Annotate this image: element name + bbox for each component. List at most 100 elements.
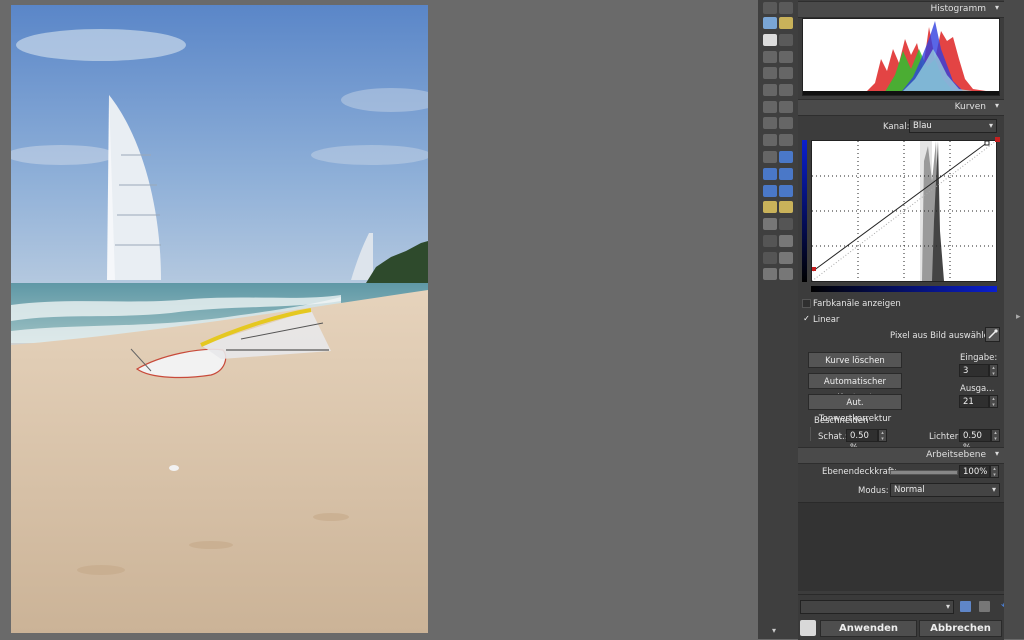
histogram-panel-header[interactable]: Histogramm ▾ (798, 1, 1004, 18)
output-gradient-bar (802, 140, 807, 282)
tool-icon-g[interactable] (779, 101, 793, 113)
opacity-label: Ebenendeckkraft: (822, 467, 897, 477)
highlights-label: Lichter: (929, 432, 961, 442)
brush-tool-icon[interactable] (763, 117, 777, 129)
show-channels-checkbox[interactable] (802, 299, 811, 308)
layer-panel-header[interactable]: Arbeitsebene ▾ (798, 447, 1004, 464)
channel-select[interactable]: Blau ▾ (909, 119, 997, 133)
layer-panel-title: Arbeitsebene (926, 450, 986, 460)
chevron-down-icon: ▾ (991, 485, 996, 494)
collapse-panel-arrow-icon[interactable]: ▸ (1016, 312, 1021, 322)
ellipse-select-tool-icon[interactable] (763, 168, 777, 180)
tool-icon-n[interactable] (779, 218, 793, 230)
help-icon[interactable] (800, 620, 816, 636)
print-tool-icon[interactable] (779, 2, 793, 14)
input-value-spinner[interactable]: ▴ ▾ (989, 364, 998, 377)
tool-icon-l[interactable] (779, 185, 793, 197)
tool-icon-r[interactable] (779, 252, 793, 264)
curves-panel-header[interactable]: Kurven ▾ (798, 99, 1004, 116)
rect-select-tool-icon[interactable] (779, 151, 793, 163)
hand-tool-icon[interactable] (763, 34, 777, 46)
input-value-field[interactable]: 3 (959, 364, 989, 377)
auto-levels-button[interactable]: Aut. Tonwertkorrektur (808, 394, 902, 424)
save-preset-icon[interactable] (960, 601, 971, 612)
mode-select-value: Normal (894, 485, 925, 495)
input-gradient-bar (811, 286, 997, 292)
chevron-down-icon: ▾ (945, 602, 950, 611)
wand-tool-icon[interactable] (763, 201, 777, 213)
stamp-tool-icon[interactable] (763, 101, 777, 113)
shadows-label: Schat.: (818, 432, 848, 442)
delete-preset-icon[interactable] (979, 601, 990, 612)
pick-pixel-label: Pixel aus Bild auswählen: (890, 331, 998, 341)
lasso-tool-icon[interactable] (779, 168, 793, 180)
tool-icon-o[interactable] (763, 235, 777, 247)
crop-tool-icon[interactable] (779, 34, 793, 46)
chevron-down-icon[interactable]: ▾ (995, 449, 999, 458)
histogram-panel-title: Histogramm (930, 4, 986, 14)
output-value-spinner[interactable]: ▴ ▾ (989, 395, 998, 408)
chevron-down-icon[interactable]: ▾ (995, 3, 999, 12)
linear-label: Linear (813, 315, 840, 325)
opacity-value-field[interactable]: 100% (959, 465, 990, 478)
tool-icon-b[interactable] (779, 51, 793, 63)
mode-select[interactable]: Normal ▾ (890, 483, 1000, 497)
linear-checkbox[interactable]: ✓ (802, 315, 811, 324)
chevron-down-icon[interactable]: ▾ (995, 101, 999, 110)
eyedropper-button[interactable] (985, 327, 1000, 342)
right-dock-edge: ▸ (1004, 0, 1024, 639)
tool-icon-e[interactable] (763, 84, 777, 96)
tool-icon-t[interactable] (779, 268, 793, 280)
output-label: Ausga... (960, 384, 995, 394)
input-label: Eingabe: (960, 353, 998, 363)
apply-button[interactable]: Anwenden (820, 620, 917, 637)
display-tool-icon[interactable] (763, 17, 777, 29)
clip-section-title: Beschneiden (814, 416, 869, 426)
tool-icon-q[interactable] (763, 252, 777, 264)
tool-icon-h[interactable] (779, 117, 793, 129)
flash-tool-icon[interactable] (763, 2, 777, 14)
pencil-tool-icon[interactable] (779, 201, 793, 213)
auto-contrast-button[interactable]: Automatischer Kontrast (808, 373, 902, 403)
adjustment-panel: Histogramm ▾ Kurven ▾ Kanal: Blau ▾ Farb… (798, 0, 1010, 640)
chevron-down-icon: ▾ (988, 121, 993, 130)
tool-icon-p[interactable] (779, 235, 793, 247)
show-channels-label: Farbkanäle anzeigen (813, 299, 901, 309)
opacity-slider-fill (891, 471, 957, 474)
curves-panel-title: Kurven (954, 102, 986, 112)
cancel-button[interactable]: Abbrechen (919, 620, 1002, 637)
tool-icon-j[interactable] (779, 134, 793, 146)
tool-icon-m[interactable] (763, 218, 777, 230)
channel-label: Kanal: (883, 122, 910, 132)
tool-icon-s[interactable] (763, 268, 777, 280)
tool-icon-i[interactable] (763, 134, 777, 146)
zoom-tool-icon[interactable] (779, 17, 793, 29)
tool-icon-d[interactable] (779, 67, 793, 79)
histogram-display (802, 18, 1000, 96)
mode-label: Modus: (858, 486, 889, 496)
clear-curve-button[interactable]: Kurve löschen (808, 352, 902, 368)
panel-empty-area (798, 502, 1004, 591)
opacity-slider-track[interactable] (890, 470, 958, 475)
opacity-value-spinner[interactable]: ▴ ▾ (990, 465, 999, 478)
shadows-value-spinner[interactable]: ▴ ▾ (878, 429, 887, 442)
curve-editor[interactable] (811, 140, 997, 282)
shadows-value-field[interactable]: 0.50 % (846, 429, 878, 453)
channel-select-value: Blau (913, 121, 932, 131)
tool-icon-f[interactable] (779, 84, 793, 96)
output-value-field[interactable]: 21 (959, 395, 989, 408)
scroll-down-arrow-icon[interactable]: ▾ (772, 626, 776, 635)
tool-icon-c[interactable] (763, 67, 777, 79)
tool-icon-a[interactable] (763, 51, 777, 63)
curve-endpoint-marker (995, 137, 1000, 142)
tool-icon-k[interactable] (763, 185, 777, 197)
highlights-value-field[interactable]: 0.50 % (959, 429, 991, 453)
eraser-tool-icon[interactable] (763, 151, 777, 163)
highlights-value-spinner[interactable]: ▴ ▾ (991, 429, 1000, 442)
photo-illustration (11, 5, 428, 633)
tool-strip: ▾ (758, 0, 799, 639)
photo-beach-burj-al-arab[interactable] (11, 5, 428, 633)
clip-divider (810, 427, 813, 441)
preset-select[interactable]: ▾ (800, 600, 954, 614)
image-canvas[interactable] (0, 0, 758, 639)
